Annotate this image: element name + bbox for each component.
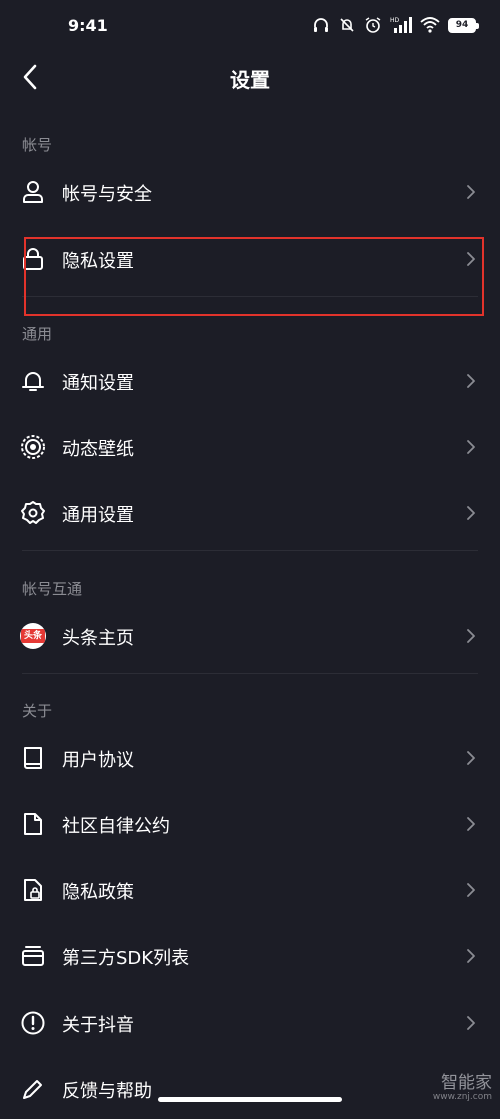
chevron-right-icon bbox=[467, 883, 475, 897]
privacy-document-icon bbox=[24, 879, 42, 901]
settings-item-privacy-policy[interactable]: 隐私政策 bbox=[0, 860, 500, 920]
wifi-icon bbox=[420, 17, 440, 33]
settings-item-account-security[interactable]: 帐号与安全 bbox=[0, 162, 500, 222]
watermark: 智能家 www.znj.com bbox=[433, 1074, 492, 1103]
nav-bar: 设置 bbox=[0, 50, 500, 102]
settings-item-label: 头条主页 bbox=[62, 628, 134, 649]
section-header-account-link: 帐号互通 bbox=[22, 580, 83, 598]
chevron-right-icon bbox=[467, 629, 475, 643]
section-header-about: 关于 bbox=[22, 702, 53, 720]
settings-item-label: 通知设置 bbox=[62, 373, 134, 394]
divider bbox=[22, 673, 478, 674]
settings-item-label: 第三方SDK列表 bbox=[62, 948, 190, 969]
chevron-right-icon bbox=[467, 817, 475, 831]
mute-bell-icon bbox=[340, 18, 354, 32]
toutiao-logo-icon: 头条 bbox=[20, 623, 46, 649]
settings-item-label: 用户协议 bbox=[62, 750, 134, 771]
settings-item-label: 通用设置 bbox=[62, 505, 134, 526]
info-icon bbox=[21, 1011, 45, 1035]
chevron-right-icon bbox=[467, 506, 475, 520]
settings-item-about-douyin[interactable]: 关于抖音 bbox=[0, 993, 500, 1053]
settings-item-notifications[interactable]: 通知设置 bbox=[0, 351, 500, 411]
lock-icon bbox=[23, 248, 43, 270]
status-time: 9:41 bbox=[68, 16, 108, 35]
book-icon bbox=[24, 747, 42, 769]
settings-item-privacy-settings[interactable]: 隐私设置 bbox=[0, 229, 500, 289]
settings-item-general-settings[interactable]: 通用设置 bbox=[0, 483, 500, 543]
settings-item-feedback-help[interactable]: 反馈与帮助 bbox=[0, 1059, 500, 1119]
signal-icon: HD bbox=[390, 17, 412, 33]
chevron-right-icon bbox=[467, 1016, 475, 1030]
status-bar: 9:41 HD 94 bbox=[0, 0, 500, 56]
settings-item-label: 隐私设置 bbox=[62, 251, 134, 272]
settings-item-live-wallpaper[interactable]: 动态壁纸 bbox=[0, 417, 500, 477]
document-icon bbox=[24, 813, 42, 835]
settings-item-label: 帐号与安全 bbox=[62, 184, 152, 205]
settings-item-label: 关于抖音 bbox=[62, 1015, 134, 1036]
card-stack-icon bbox=[22, 946, 44, 966]
section-header-general: 通用 bbox=[22, 325, 53, 343]
chevron-right-icon bbox=[467, 949, 475, 963]
toutiao-logo-text: 头条 bbox=[21, 629, 45, 643]
headphones-icon bbox=[314, 18, 328, 32]
watermark-sub: www.znj.com bbox=[432, 1092, 492, 1103]
edit-icon bbox=[23, 1080, 42, 1099]
chevron-right-icon bbox=[467, 751, 475, 765]
chevron-right-icon bbox=[467, 374, 475, 388]
chevron-right-icon bbox=[467, 185, 475, 199]
home-indicator[interactable] bbox=[158, 1097, 342, 1102]
settings-item-label: 隐私政策 bbox=[62, 882, 134, 903]
watermark-text: 智能家 bbox=[441, 1073, 492, 1094]
divider bbox=[22, 296, 478, 297]
settings-item-community-guidelines[interactable]: 社区自律公约 bbox=[0, 794, 500, 854]
settings-item-label: 社区自律公约 bbox=[62, 816, 170, 837]
wallpaper-icon bbox=[21, 435, 45, 459]
gear-icon bbox=[21, 501, 45, 524]
alarm-icon bbox=[365, 17, 381, 33]
chevron-right-icon bbox=[467, 440, 475, 454]
divider bbox=[22, 550, 478, 551]
settings-item-label: 动态壁纸 bbox=[62, 439, 134, 460]
settings-item-third-party-sdk-list[interactable]: 第三方SDK列表 bbox=[0, 926, 500, 986]
section-header-account: 帐号 bbox=[22, 136, 53, 154]
chevron-right-icon bbox=[467, 252, 475, 266]
bell-icon bbox=[22, 372, 44, 391]
page-title: 设置 bbox=[230, 68, 270, 92]
svg-text:HD: HD bbox=[390, 17, 400, 24]
settings-item-user-agreement[interactable]: 用户协议 bbox=[0, 728, 500, 788]
status-icons: HD 94 bbox=[312, 16, 479, 34]
settings-item-label: 反馈与帮助 bbox=[62, 1081, 152, 1102]
user-icon bbox=[23, 181, 43, 203]
battery-indicator: 94 bbox=[448, 17, 479, 33]
settings-item-toutiao-homepage[interactable]: 头条 头条主页 bbox=[0, 606, 500, 666]
